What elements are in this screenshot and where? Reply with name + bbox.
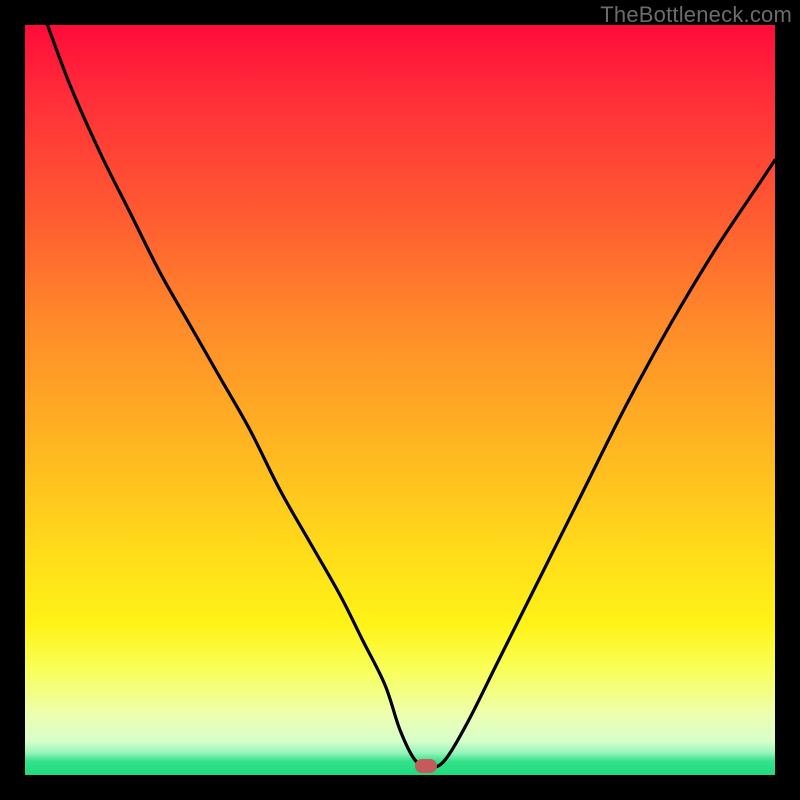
bottleneck-curve	[25, 25, 775, 775]
minimum-marker	[415, 759, 437, 773]
chart-frame: TheBottleneck.com	[0, 0, 800, 800]
watermark-text: TheBottleneck.com	[600, 2, 792, 28]
plot-area	[25, 25, 775, 775]
